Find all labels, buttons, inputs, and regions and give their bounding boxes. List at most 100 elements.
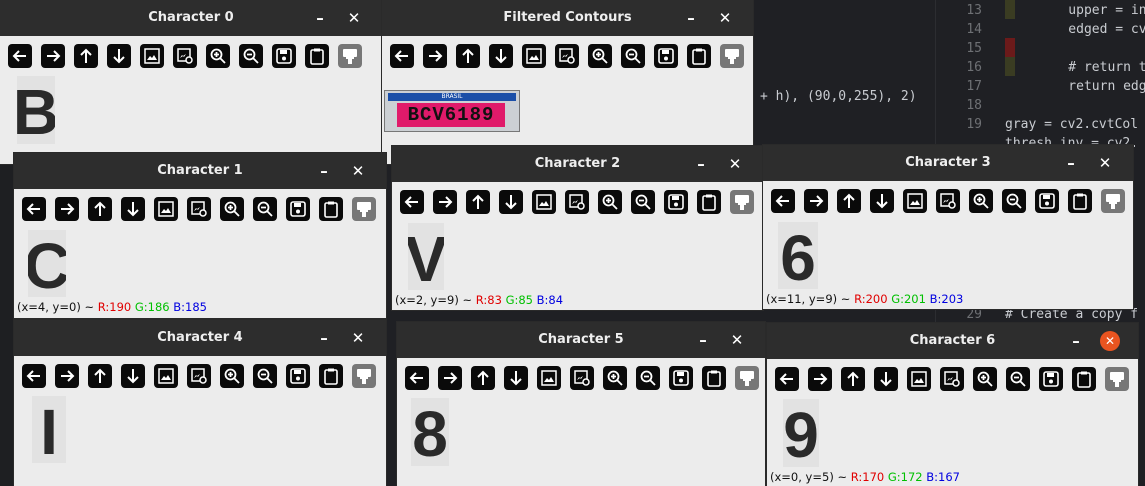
clipboard-button[interactable] [1072, 367, 1096, 391]
properties-button[interactable] [730, 190, 754, 214]
close-button[interactable]: ✕ [348, 161, 368, 181]
arrow-up-button[interactable] [841, 367, 865, 391]
close-button[interactable]: ✕ [1095, 153, 1115, 173]
close-button[interactable]: ✕ [1100, 331, 1120, 351]
window-character-1[interactable]: Character 1 – ✕ C (x=4, y=0) ~ R:190 G:1… [14, 153, 386, 318]
close-button[interactable]: ✕ [715, 8, 735, 28]
image-search-button[interactable] [173, 44, 197, 68]
window-filtered-contours[interactable]: Filtered Contours – ✕ BRASIL BCV6189 [382, 0, 753, 164]
window-character-6[interactable]: Character 6 – ✕ 9 (x=0, y=5) ~ R:170 G:1… [767, 323, 1138, 486]
image-button[interactable] [903, 189, 927, 213]
title-bar[interactable]: Character 1 – ✕ [14, 153, 386, 189]
zoom-out-button[interactable] [253, 364, 277, 388]
save-button[interactable] [286, 364, 310, 388]
properties-button[interactable] [1105, 367, 1129, 391]
image-search-button[interactable] [570, 366, 594, 390]
arrow-left-button[interactable] [8, 44, 32, 68]
zoom-out-button[interactable] [1002, 189, 1026, 213]
zoom-in-button[interactable] [220, 364, 244, 388]
minimize-button[interactable]: – [693, 330, 713, 350]
properties-button[interactable] [735, 366, 759, 390]
zoom-in-button[interactable] [598, 190, 622, 214]
arrow-up-button[interactable] [466, 190, 490, 214]
image-button[interactable] [537, 366, 561, 390]
minimize-button[interactable]: – [1066, 331, 1086, 351]
close-button[interactable]: ✕ [725, 154, 745, 174]
close-button[interactable]: ✕ [348, 328, 368, 348]
arrow-down-button[interactable] [107, 44, 131, 68]
arrow-right-button[interactable] [55, 197, 79, 221]
title-bar[interactable]: Character 3 – ✕ [763, 145, 1133, 181]
arrow-right-button[interactable] [423, 44, 447, 68]
title-bar[interactable]: Character 2 – ✕ [392, 146, 763, 182]
close-button[interactable]: ✕ [344, 8, 364, 28]
arrow-left-button[interactable] [390, 44, 414, 68]
window-character-3[interactable]: Character 3 – ✕ 6 (x=11, y=9) ~ R:200 G:… [763, 145, 1133, 309]
arrow-down-button[interactable] [489, 44, 513, 68]
properties-button[interactable] [352, 197, 376, 221]
arrow-down-button[interactable] [874, 367, 898, 391]
zoom-in-button[interactable] [206, 44, 230, 68]
image-search-button[interactable] [936, 189, 960, 213]
arrow-up-button[interactable] [837, 189, 861, 213]
zoom-in-button[interactable] [973, 367, 997, 391]
arrow-down-button[interactable] [499, 190, 523, 214]
image-search-button[interactable] [187, 364, 211, 388]
arrow-down-button[interactable] [870, 189, 894, 213]
image-button[interactable] [154, 197, 178, 221]
arrow-up-button[interactable] [456, 44, 480, 68]
minimize-button[interactable]: – [310, 8, 330, 28]
save-button[interactable] [1039, 367, 1063, 391]
minimize-button[interactable]: – [314, 161, 334, 181]
image-search-button[interactable] [940, 367, 964, 391]
image-button[interactable] [907, 367, 931, 391]
arrow-left-button[interactable] [405, 366, 429, 390]
zoom-in-button[interactable] [969, 189, 993, 213]
image-button[interactable] [532, 190, 556, 214]
zoom-out-button[interactable] [636, 366, 660, 390]
arrow-left-button[interactable] [775, 367, 799, 391]
image-button[interactable] [140, 44, 164, 68]
save-button[interactable] [669, 366, 693, 390]
save-button[interactable] [664, 190, 688, 214]
zoom-out-button[interactable] [239, 44, 263, 68]
minimize-button[interactable]: – [691, 154, 711, 174]
clipboard-button[interactable] [319, 364, 343, 388]
arrow-down-button[interactable] [504, 366, 528, 390]
save-button[interactable] [286, 197, 310, 221]
arrow-left-button[interactable] [400, 190, 424, 214]
clipboard-button[interactable] [305, 44, 329, 68]
save-button[interactable] [1035, 189, 1059, 213]
properties-button[interactable] [352, 364, 376, 388]
properties-button[interactable] [1101, 189, 1125, 213]
arrow-left-button[interactable] [771, 189, 795, 213]
window-character-4[interactable]: Character 4 – ✕ I [14, 320, 386, 486]
arrow-right-button[interactable] [41, 44, 65, 68]
arrow-right-button[interactable] [55, 364, 79, 388]
properties-button[interactable] [338, 44, 362, 68]
zoom-out-button[interactable] [631, 190, 655, 214]
save-button[interactable] [272, 44, 296, 68]
zoom-out-button[interactable] [621, 44, 645, 68]
arrow-left-button[interactable] [22, 197, 46, 221]
zoom-in-button[interactable] [603, 366, 627, 390]
arrow-up-button[interactable] [88, 197, 112, 221]
image-search-button[interactable] [555, 44, 579, 68]
clipboard-button[interactable] [1068, 189, 1092, 213]
title-bar[interactable]: Character 5 – ✕ [397, 322, 765, 358]
title-bar[interactable]: Filtered Contours – ✕ [382, 0, 753, 36]
image-search-button[interactable] [565, 190, 589, 214]
title-bar[interactable]: Character 0 – ✕ [0, 0, 382, 36]
arrow-down-button[interactable] [121, 197, 145, 221]
clipboard-button[interactable] [319, 197, 343, 221]
clipboard-button[interactable] [687, 44, 711, 68]
minimize-button[interactable]: – [314, 328, 334, 348]
arrow-left-button[interactable] [22, 364, 46, 388]
image-search-button[interactable] [187, 197, 211, 221]
arrow-right-button[interactable] [433, 190, 457, 214]
save-button[interactable] [654, 44, 678, 68]
zoom-in-button[interactable] [588, 44, 612, 68]
clipboard-button[interactable] [702, 366, 726, 390]
arrow-up-button[interactable] [471, 366, 495, 390]
properties-button[interactable] [720, 44, 744, 68]
